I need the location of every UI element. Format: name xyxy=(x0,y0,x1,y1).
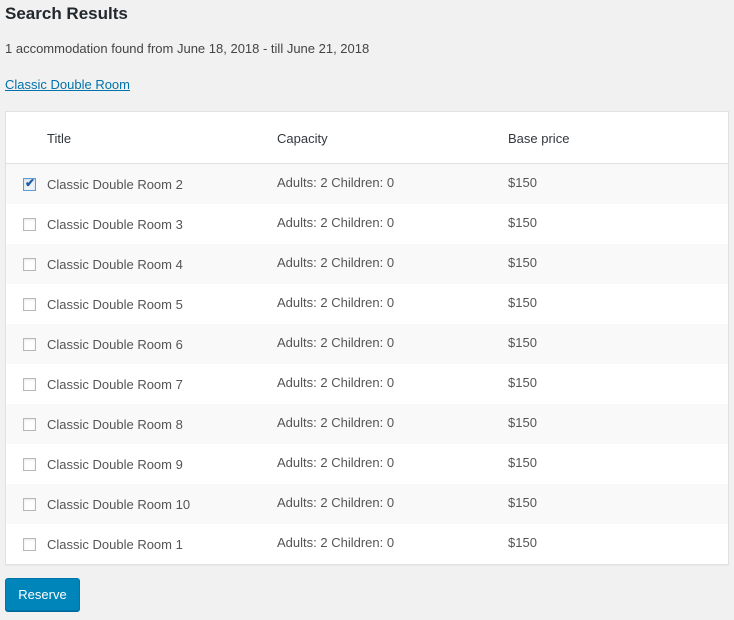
search-summary: 1 accommodation found from June 18, 2018… xyxy=(5,41,370,56)
results-table: Title Capacity Base price ✔ Classic Doubl… xyxy=(5,111,729,565)
room-title: Classic Double Room 5 xyxy=(47,297,183,312)
table-row: Classic Double Room 4 Adults: 2 Children:… xyxy=(6,244,728,284)
room-capacity: Adults: 2 Children: 0 xyxy=(277,495,395,510)
column-header-base-price: Base price xyxy=(508,131,570,146)
room-capacity: Adults: 2 Children: 0 xyxy=(277,175,395,190)
table-row: ✔ Classic Double Room 2 Adults: 2 Children… xyxy=(6,164,728,204)
room-capacity: Adults: 2 Children: 0 xyxy=(277,335,395,350)
table-row: Classic Double Room 1 Adults: 2 Children:… xyxy=(6,524,728,564)
room-title: Classic Double Room 7 xyxy=(47,377,183,392)
room-capacity: Adults: 2 Children: 0 xyxy=(277,295,395,310)
table-row: Classic Double Room 8 Adults: 2 Children:… xyxy=(6,404,728,444)
column-header-capacity: Capacity xyxy=(277,131,328,146)
room-title: Classic Double Room 10 xyxy=(47,497,191,512)
room-price: $150 xyxy=(508,535,537,550)
room-price: $150 xyxy=(508,175,537,190)
room-price: $150 xyxy=(508,375,537,390)
accommodation-type-link[interactable]: Classic Double Room xyxy=(5,77,130,92)
column-header-title: Title xyxy=(47,131,72,146)
room-price: $150 xyxy=(508,255,537,270)
room-checkbox[interactable] xyxy=(23,298,36,311)
room-title: Classic Double Room 9 xyxy=(47,457,183,472)
room-title: Classic Double Room 4 xyxy=(47,257,183,272)
room-capacity: Adults: 2 Children: 0 xyxy=(277,535,395,550)
table-header: Title Capacity Base price xyxy=(6,112,728,164)
table-row: Classic Double Room 6 Adults: 2 Children:… xyxy=(6,324,728,364)
room-checkbox[interactable]: ✔ xyxy=(23,176,36,191)
room-capacity: Adults: 2 Children: 0 xyxy=(277,255,395,270)
room-price: $150 xyxy=(508,215,537,230)
page-title: Search Results xyxy=(5,4,128,23)
checkmark-icon: ✔ xyxy=(25,176,36,190)
room-title: Classic Double Room 3 xyxy=(47,217,183,232)
room-title: Classic Double Room 6 xyxy=(47,337,183,352)
room-checkbox[interactable] xyxy=(23,418,36,431)
room-capacity: Adults: 2 Children: 0 xyxy=(277,455,395,470)
room-price: $150 xyxy=(508,295,537,310)
room-price: $150 xyxy=(508,335,537,350)
room-checkbox[interactable] xyxy=(23,458,36,471)
table-row: Classic Double Room 9 Adults: 2 Children:… xyxy=(6,444,728,484)
room-capacity: Adults: 2 Children: 0 xyxy=(277,375,395,390)
room-title: Classic Double Room 8 xyxy=(47,417,183,432)
room-checkbox[interactable] xyxy=(23,338,36,351)
reserve-button[interactable]: Reserve xyxy=(5,578,80,611)
room-checkbox[interactable] xyxy=(23,258,36,271)
table-row: Classic Double Room 3 Adults: 2 Children:… xyxy=(6,204,728,244)
room-capacity: Adults: 2 Children: 0 xyxy=(277,415,395,430)
room-checkbox[interactable] xyxy=(23,218,36,231)
table-row: Classic Double Room 7 Adults: 2 Children:… xyxy=(6,364,728,404)
room-checkbox[interactable] xyxy=(23,538,36,551)
room-price: $150 xyxy=(508,415,537,430)
room-price: $150 xyxy=(508,455,537,470)
table-body: ✔ Classic Double Room 2 Adults: 2 Children… xyxy=(6,164,728,564)
room-checkbox[interactable] xyxy=(23,498,36,511)
room-title: Classic Double Room 1 xyxy=(47,537,183,552)
room-price: $150 xyxy=(508,495,537,510)
room-capacity: Adults: 2 Children: 0 xyxy=(277,215,395,230)
table-row: Classic Double Room 10 Adults: 2 Children… xyxy=(6,484,728,524)
room-checkbox[interactable] xyxy=(23,378,36,391)
room-title: Classic Double Room 2 xyxy=(47,177,183,192)
table-row: Classic Double Room 5 Adults: 2 Children:… xyxy=(6,284,728,324)
